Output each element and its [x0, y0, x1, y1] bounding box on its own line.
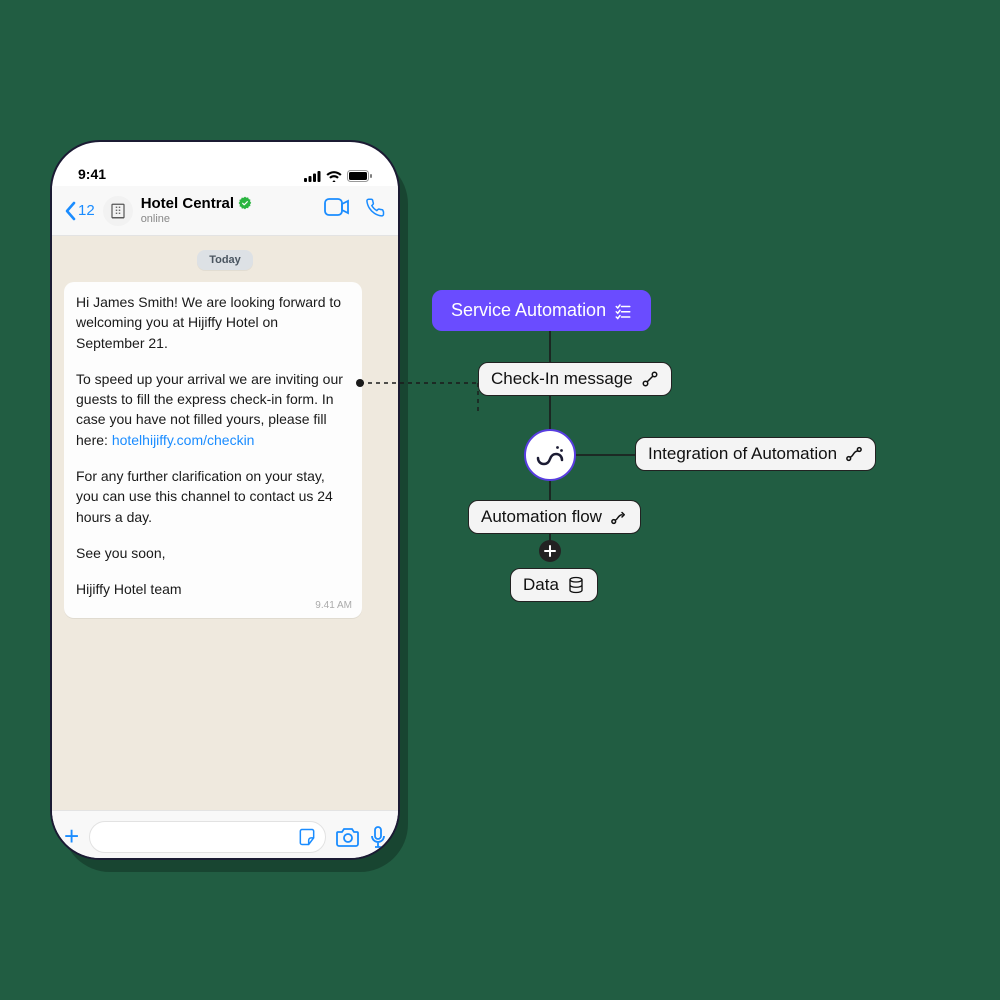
flow-arrow-icon [610, 508, 628, 526]
sticker-icon[interactable] [297, 827, 317, 847]
video-icon [324, 198, 350, 216]
back-count: 12 [78, 202, 95, 219]
chat-body[interactable]: Today Hi James Smith! We are looking for… [52, 236, 398, 810]
checkin-link[interactable]: hotelhijiffy.com/checkin [112, 432, 255, 448]
voice-call-button[interactable] [366, 198, 386, 223]
attach-button[interactable]: + [64, 821, 79, 852]
contact-avatar[interactable] [103, 196, 133, 226]
plus-icon [544, 545, 556, 557]
phone-mockup: 9:41 12 Hotel Central online [50, 140, 400, 860]
mic-button[interactable] [370, 826, 386, 848]
data-label: Data [523, 575, 559, 595]
msg-timestamp: 9.41 AM [315, 599, 352, 614]
checkin-message-label: Check-In message [491, 369, 633, 389]
wifi-icon [326, 171, 342, 182]
msg-seeyou: See you soon, [76, 543, 350, 563]
flow-icon [845, 445, 863, 463]
connector-lines [370, 300, 970, 700]
message-input[interactable] [89, 821, 326, 853]
integration-chip[interactable]: Integration of Automation [635, 437, 876, 471]
chevron-left-icon [64, 201, 76, 221]
incoming-message: Hi James Smith! We are looking forward t… [64, 282, 362, 618]
checklist-icon [614, 302, 632, 320]
integration-hub[interactable] [524, 429, 576, 481]
camera-button[interactable] [336, 827, 360, 847]
phone-notch [150, 142, 300, 170]
msg-team: Hijiffy Hotel team [76, 579, 350, 599]
phone-icon [366, 198, 386, 218]
automation-flow-chip[interactable]: Automation flow [468, 500, 641, 534]
connector-icon [641, 370, 659, 388]
msg-channel: For any further clarification on your st… [76, 466, 350, 527]
origin-dot [356, 379, 364, 387]
battery-icon [347, 170, 372, 182]
checkin-message-chip[interactable]: Check-In message [478, 362, 672, 396]
msg-express: To speed up your arrival we are inviting… [76, 369, 350, 450]
status-icons [304, 170, 372, 182]
integration-logo-icon [536, 444, 564, 466]
contact-status: online [141, 213, 316, 225]
contact-title[interactable]: Hotel Central online [141, 196, 316, 225]
status-time: 9:41 [78, 166, 106, 182]
service-automation-label: Service Automation [451, 300, 606, 321]
cellular-icon [304, 171, 321, 182]
building-icon [109, 202, 127, 220]
verified-icon [238, 196, 252, 213]
back-button[interactable]: 12 [64, 201, 95, 221]
automation-flow-label: Automation flow [481, 507, 602, 527]
video-call-button[interactable] [324, 198, 350, 223]
chat-header: 12 Hotel Central online [52, 186, 398, 236]
msg-greeting: Hi James Smith! We are looking forward t… [76, 292, 350, 353]
add-node-button[interactable] [539, 540, 561, 562]
data-chip[interactable]: Data [510, 568, 598, 602]
database-icon [567, 576, 585, 594]
integration-label: Integration of Automation [648, 444, 837, 464]
composer: + [52, 810, 398, 860]
date-chip: Today [197, 250, 253, 270]
contact-name: Hotel Central [141, 196, 234, 213]
automation-flow-diagram: Service Automation Check-In message Inte… [370, 300, 970, 700]
service-automation-chip[interactable]: Service Automation [432, 290, 651, 331]
